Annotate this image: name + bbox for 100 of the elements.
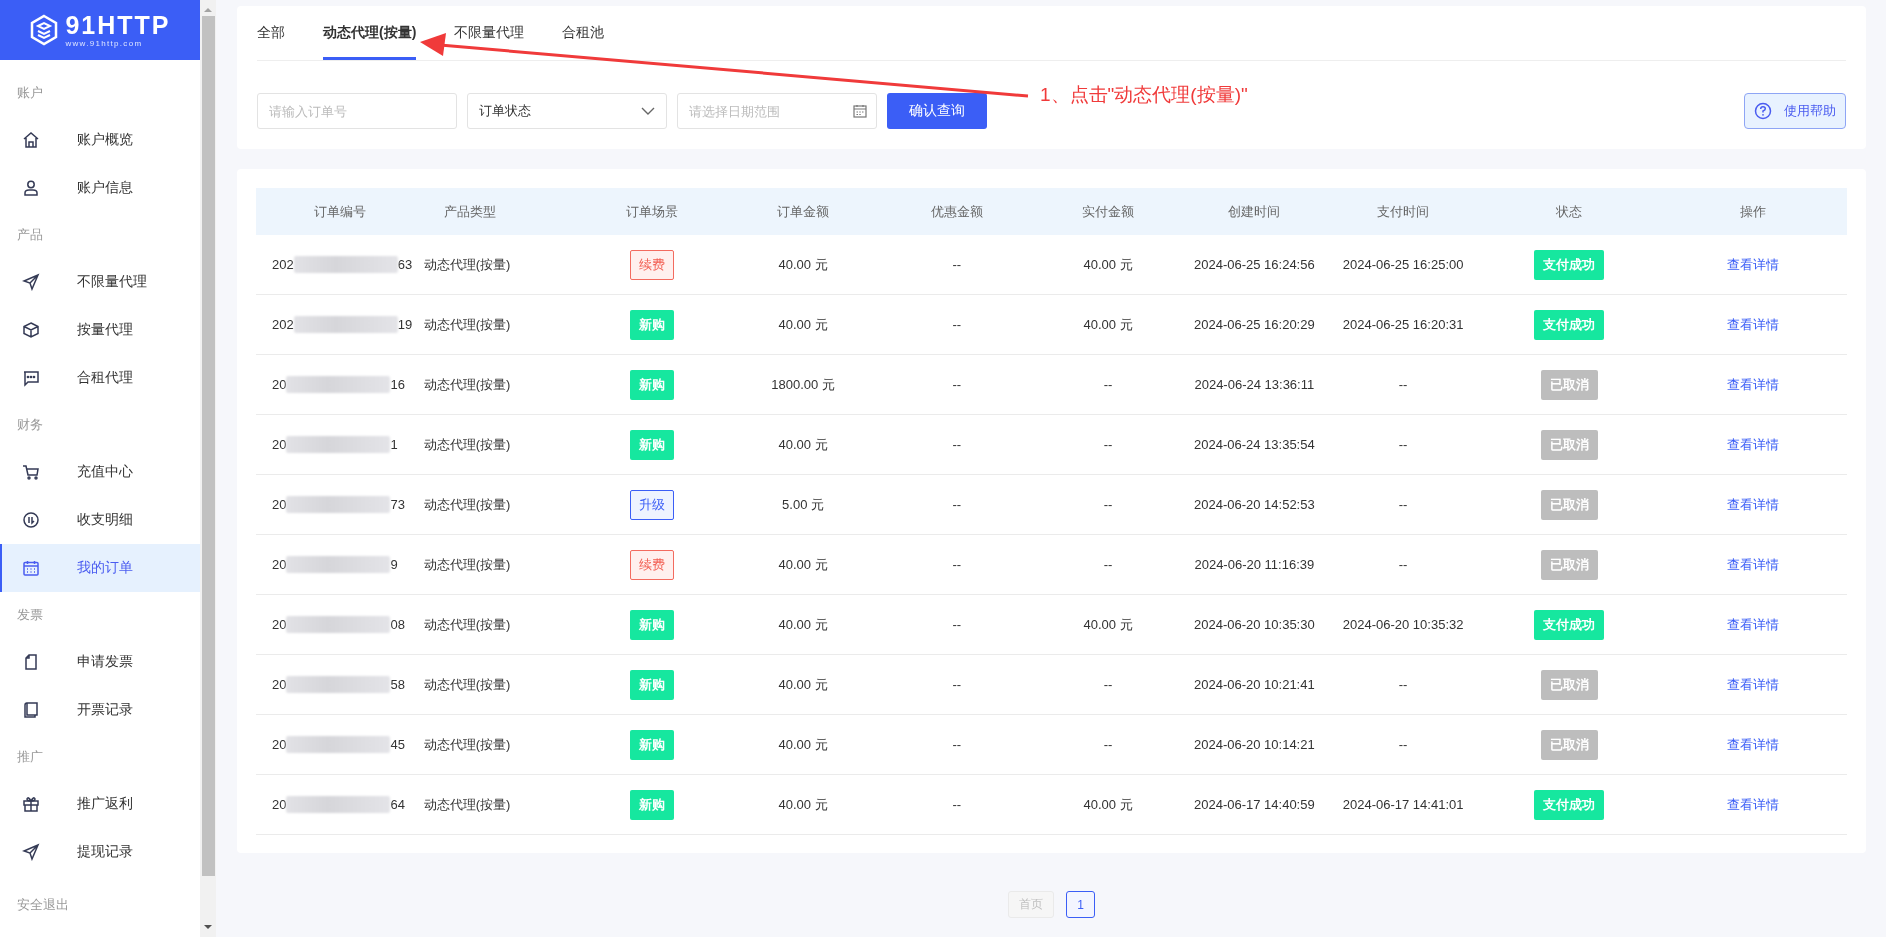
sidebar-item[interactable]: 账户信息 <box>0 164 200 212</box>
table-cell-text: -- <box>951 497 963 512</box>
sidebar-item[interactable]: 我的订单 <box>0 544 200 592</box>
status-tag: 支付成功 <box>1534 609 1605 640</box>
table-cell-text: 2024-06-25 16:20:31 <box>1341 317 1465 332</box>
table-cell-text: 20 58 <box>271 676 406 693</box>
sidebar-item[interactable]: 推广返利 <box>0 780 200 828</box>
table-cell-text: 动态代理(按量) <box>423 375 512 394</box>
table-cell-text: -- <box>951 737 963 752</box>
table-cell-text: 20 73 <box>271 496 406 513</box>
section-heading: 财务 <box>16 416 44 434</box>
page-button[interactable]: 1 <box>1066 891 1095 918</box>
scene-tag: 续费 <box>629 549 674 580</box>
status-tag: 支付成功 <box>1534 249 1605 280</box>
scene-tag: 新购 <box>629 609 674 640</box>
logo-url: www.91http.com <box>65 39 144 48</box>
section-heading: 产品 <box>16 226 44 244</box>
section-heading: 发票 <box>16 606 44 624</box>
column-header: 订单金额 <box>776 202 830 221</box>
table-cell-text: -- <box>951 557 963 572</box>
view-details-link[interactable]: 查看详情 <box>1726 796 1779 812</box>
sidebar-item[interactable]: 提现记录 <box>0 828 200 876</box>
table-cell-text: -- <box>1102 737 1114 752</box>
scene-tag: 新购 <box>629 669 674 700</box>
table-cell-text: 2024-06-20 11:16:39 <box>1193 557 1316 572</box>
view-details-link[interactable]: 查看详情 <box>1726 316 1779 332</box>
sidebar-item[interactable]: 合租代理 <box>0 354 200 402</box>
table-cell-text: 40.00 元 <box>1082 255 1134 274</box>
sidebar-item[interactable]: 开票记录 <box>0 686 200 734</box>
annotation-text: 1、点击"动态代理(按量)" <box>1040 83 1248 107</box>
table-cell-text: -- <box>1397 677 1409 692</box>
scene-tag: 新购 <box>629 729 674 760</box>
table-cell-text: 2024-06-20 10:35:32 <box>1341 617 1465 632</box>
status-tag: 已取消 <box>1540 369 1598 400</box>
search-button[interactable]: 确认查询 <box>887 93 987 129</box>
table-cell-text: -- <box>951 437 963 452</box>
sidebar-item[interactable]: 充值中心 <box>0 448 200 496</box>
table-cell-text: 40.00 元 <box>777 435 829 454</box>
tab[interactable]: 不限量代理 <box>454 6 525 60</box>
tab[interactable]: 合租池 <box>562 6 605 60</box>
table-cell-text: 20 64 <box>271 796 406 813</box>
view-details-link[interactable]: 查看详情 <box>1726 676 1779 692</box>
sidebar-item[interactable]: 账户概览 <box>0 116 200 164</box>
table-cell-text: 2024-06-25 16:20:29 <box>1192 317 1316 332</box>
scene-tag: 新购 <box>629 309 674 340</box>
section-heading: 推广 <box>16 748 44 766</box>
table-cell-text: -- <box>1397 497 1409 512</box>
table-cell-text: 40.00 元 <box>1082 315 1134 334</box>
view-details-link[interactable]: 查看详情 <box>1726 376 1779 392</box>
table-cell-text: 40.00 元 <box>1082 615 1134 634</box>
view-details-link[interactable]: 查看详情 <box>1726 256 1779 272</box>
tab[interactable]: 动态代理(按量) <box>323 6 417 60</box>
view-details-link[interactable]: 查看详情 <box>1726 556 1779 572</box>
sidebar-item[interactable]: 收支明细 <box>0 496 200 544</box>
status-tag: 已取消 <box>1540 489 1598 520</box>
table-cell-text: 40.00 元 <box>777 735 829 754</box>
tab[interactable]: 全部 <box>257 6 285 60</box>
scene-tag: 续费 <box>629 249 674 280</box>
table-cell-text: -- <box>1397 557 1409 572</box>
table-cell-text: 动态代理(按量) <box>423 315 512 334</box>
table-cell-text: -- <box>951 617 963 632</box>
house-icon <box>22 131 40 149</box>
help-button[interactable]: 使用帮助 <box>1744 93 1846 129</box>
table-cell-text: 2024-06-25 16:24:56 <box>1192 257 1316 272</box>
date-range-field[interactable]: 请选择日期范围 <box>677 93 877 129</box>
logo-name: 91HTTP <box>65 12 171 38</box>
scene-tag: 新购 <box>629 369 674 400</box>
table-cell-text: -- <box>1102 557 1114 572</box>
user-icon <box>22 179 40 197</box>
table-cell-text: 202 19 <box>271 316 414 333</box>
table-cell-text: 40.00 元 <box>777 255 829 274</box>
table-cell-text: -- <box>951 377 963 392</box>
document-icon <box>22 653 40 671</box>
view-details-link[interactable]: 查看详情 <box>1726 616 1779 632</box>
sidebar-item[interactable]: 按量代理 <box>0 306 200 354</box>
sidebar-item[interactable]: 不限量代理 <box>0 258 200 306</box>
paper-plane-icon <box>22 843 40 861</box>
scrollbar-drawing[interactable] <box>200 0 216 937</box>
table-cell-text: 2024-06-20 10:21:41 <box>1192 677 1316 692</box>
view-details-link[interactable]: 查看详情 <box>1726 496 1779 512</box>
table-cell-text: -- <box>1102 497 1114 512</box>
scene-tag: 新购 <box>629 429 674 460</box>
status-dropdown[interactable]: 订单状态 <box>467 93 667 129</box>
calendar-icon <box>22 559 40 577</box>
cube-icon <box>22 321 40 339</box>
order-number-field[interactable]: 请输入订单号 <box>257 93 457 129</box>
table-cell-text: 40.00 元 <box>777 555 829 574</box>
table-cell-text: 2024-06-20 10:14:21 <box>1192 737 1316 752</box>
table-cell-text: 动态代理(按量) <box>423 255 512 274</box>
gift-icon <box>22 795 40 813</box>
table-cell-text: 20 9 <box>271 556 399 573</box>
status-tag: 已取消 <box>1540 669 1598 700</box>
table-cell-text: -- <box>951 317 963 332</box>
table-cell-text: 20 1 <box>271 436 399 453</box>
column-header: 支付时间 <box>1376 202 1431 221</box>
table-cell-text: 40.00 元 <box>777 615 829 634</box>
view-details-link[interactable]: 查看详情 <box>1726 736 1779 752</box>
column-header: 创建时间 <box>1227 202 1282 221</box>
sidebar-item[interactable]: 申请发票 <box>0 638 200 686</box>
view-details-link[interactable]: 查看详情 <box>1726 436 1779 452</box>
